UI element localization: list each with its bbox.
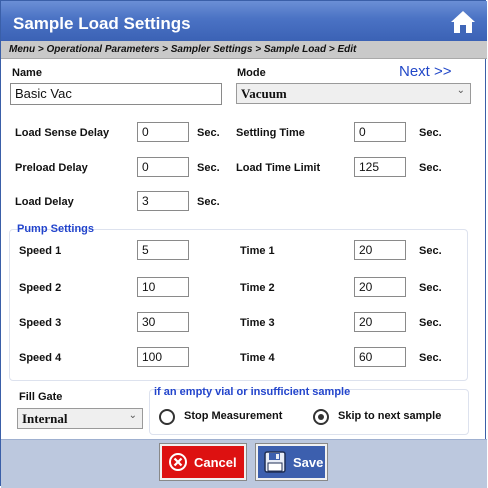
unit-label: Sec.: [197, 127, 220, 139]
speed-3-label: Speed 3: [19, 317, 62, 329]
cancel-x-icon: [169, 453, 187, 471]
pump-settings-title: Pump Settings: [17, 223, 95, 235]
settling-time-input[interactable]: 0: [354, 122, 406, 142]
cancel-button[interactable]: Cancel: [159, 443, 247, 481]
chevron-down-icon: ⌄: [456, 85, 465, 96]
home-icon[interactable]: [450, 9, 476, 35]
mode-select-value: Vacuum: [241, 86, 287, 101]
floppy-disk-icon: [264, 451, 286, 473]
load-sense-delay-input[interactable]: 0: [137, 122, 189, 142]
time-1-label: Time 1: [240, 245, 275, 257]
save-button[interactable]: Save: [255, 443, 328, 481]
unit-label: Sec.: [419, 245, 442, 257]
time-4-input[interactable]: 60: [354, 347, 406, 367]
unit-label: Sec.: [419, 317, 442, 329]
load-delay-label: Load Delay: [15, 196, 74, 208]
skip-to-next-sample-label[interactable]: Skip to next sample: [338, 410, 441, 422]
skip-to-next-sample-radio[interactable]: [313, 409, 329, 425]
breadcrumb: Menu > Operational Parameters > Sampler …: [1, 41, 487, 59]
speed-4-label: Speed 4: [19, 352, 62, 364]
mode-select[interactable]: Vacuum ⌄: [236, 83, 471, 104]
speed-1-label: Speed 1: [19, 245, 62, 257]
next-link[interactable]: Next >>: [399, 63, 452, 80]
speed-1-input[interactable]: 5: [137, 240, 189, 260]
fill-gate-label: Fill Gate: [19, 391, 63, 403]
load-delay-input[interactable]: 3: [137, 191, 189, 211]
load-sense-delay-label: Load Sense Delay: [15, 127, 110, 139]
name-input[interactable]: Basic Vac: [10, 83, 222, 105]
time-4-label: Time 4: [240, 352, 275, 364]
time-1-input[interactable]: 20: [354, 240, 406, 260]
time-2-label: Time 2: [240, 282, 275, 294]
time-2-input[interactable]: 20: [354, 277, 406, 297]
breadcrumb-text: Menu > Operational Parameters > Sampler …: [9, 44, 357, 55]
cancel-button-label: Cancel: [194, 454, 237, 470]
window-title: Sample Load Settings: [13, 14, 191, 33]
empty-vial-title: if an empty vial or insufficient sample: [154, 386, 351, 398]
unit-label: Sec.: [419, 352, 442, 364]
chevron-down-icon: ⌄: [128, 410, 137, 421]
stop-measurement-label[interactable]: Stop Measurement: [184, 410, 282, 422]
load-time-limit-input[interactable]: 125: [354, 157, 406, 177]
unit-label: Sec.: [197, 162, 220, 174]
settling-time-label: Settling Time: [236, 127, 305, 139]
preload-delay-label: Preload Delay: [15, 162, 88, 174]
stop-measurement-radio[interactable]: [159, 409, 175, 425]
settings-window: Sample Load Settings Menu > Operational …: [0, 0, 487, 488]
speed-2-label: Speed 2: [19, 282, 62, 294]
preload-delay-input[interactable]: 0: [137, 157, 189, 177]
time-3-input[interactable]: 20: [354, 312, 406, 332]
save-button-label: Save: [293, 454, 324, 470]
fill-gate-select-value: Internal: [22, 411, 68, 426]
mode-label: Mode: [237, 67, 266, 79]
unit-label: Sec.: [419, 162, 442, 174]
unit-label: Sec.: [419, 282, 442, 294]
speed-4-input[interactable]: 100: [137, 347, 189, 367]
unit-label: Sec.: [197, 196, 220, 208]
speed-2-input[interactable]: 10: [137, 277, 189, 297]
fill-gate-select[interactable]: Internal ⌄: [17, 408, 143, 429]
unit-label: Sec.: [419, 127, 442, 139]
speed-3-input[interactable]: 30: [137, 312, 189, 332]
load-time-limit-label: Load Time Limit: [236, 162, 321, 174]
title-bar: Sample Load Settings: [1, 1, 487, 41]
time-3-label: Time 3: [240, 317, 275, 329]
name-label: Name: [12, 67, 42, 79]
